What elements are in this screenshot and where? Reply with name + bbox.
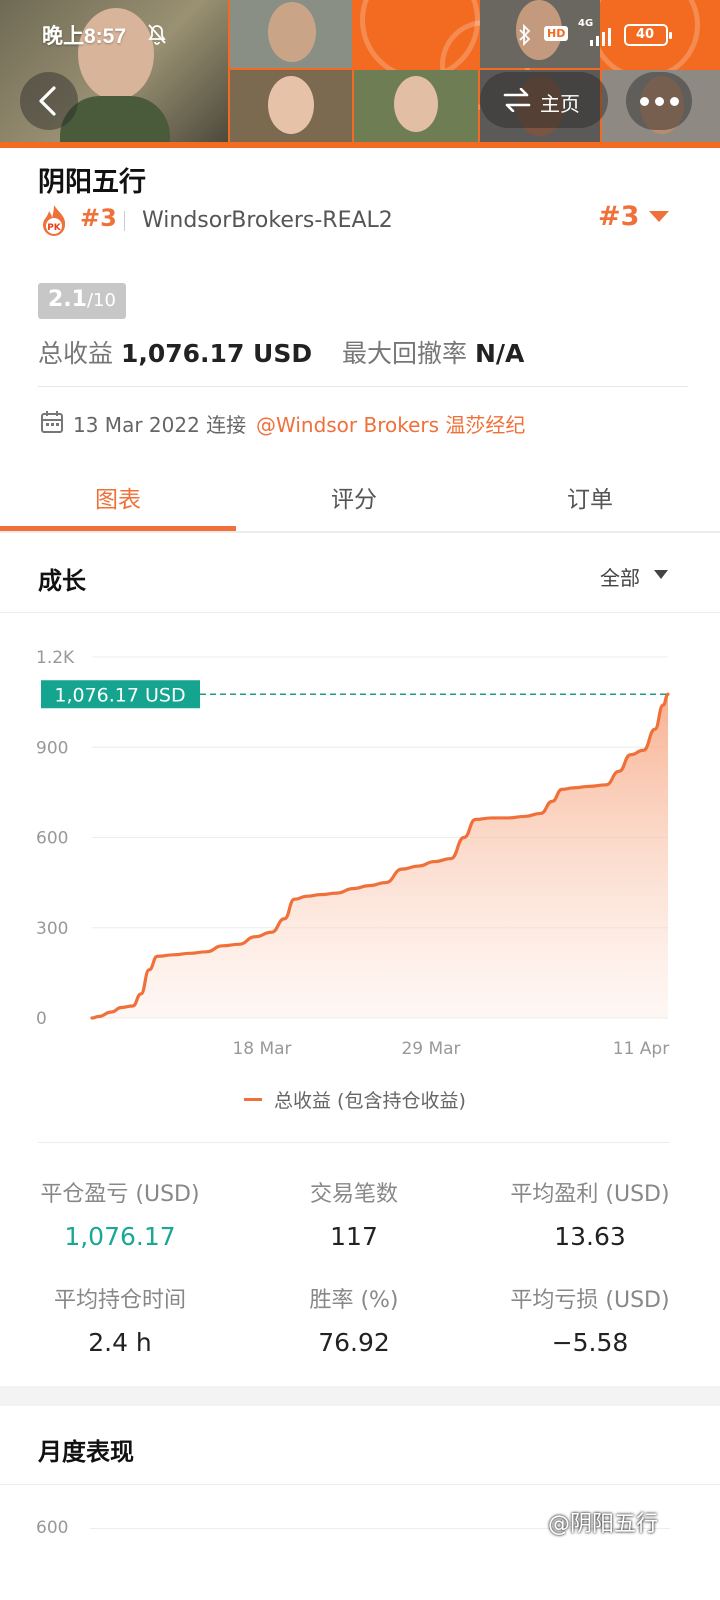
score-value: 2.1 [48,287,87,312]
stat-trade-count: 交易笔数 117 [234,1176,474,1251]
y-tick-label: 1.2K [36,648,75,668]
stat-label: 胜率 (%) [309,1288,399,1313]
stat-avg-hold-time: 平均持仓时间 2.4 h [0,1282,240,1357]
stat-label: 交易笔数 [309,1182,398,1207]
broker-link[interactable]: @Windsor Brokers 温莎经纪 [256,409,525,438]
tab-orders[interactable]: 订单 [472,480,708,514]
divider [38,1142,670,1143]
x-tick-label: 11 Apr [613,1039,669,1059]
calendar-icon [41,411,63,433]
svg-text:PK: PK [47,223,62,233]
more-icon-dot [655,97,664,106]
status-time: 晚上8:57 [42,25,127,48]
caret-down-icon[interactable] [649,211,669,222]
x-tick-label: 18 Mar [232,1039,291,1059]
total-profit-label: 总收益 [38,339,114,368]
y-tick-label: 0 [36,1009,47,1029]
growth-chart: 0 300 600 900 1.2K 18 Mar 29 Mar 11 Apr 1,076.17… [36,648,670,1059]
connect-date: 13 Mar 2022 连接 [73,413,247,437]
divider [0,612,720,613]
stat-closed-pnl: 平仓盈亏 (USD) 1,076.17 [0,1176,240,1251]
growth-title: 成长 [38,567,86,595]
tab-chart[interactable]: 图表 [0,480,236,514]
chevron-left-icon [39,86,56,116]
stat-value: 1,076.17 [64,1222,176,1251]
status-bar: 晚上8:57 HD 4G 40 [0,0,720,70]
stat-value: 13.63 [554,1222,626,1251]
pk-flame-icon: PK [43,205,66,236]
avatar-tile [354,70,478,142]
home-button[interactable]: 主页 [480,72,608,128]
y-tick-label: 900 [36,738,68,758]
monthly-title: 月度表现 [38,1438,134,1466]
avatar-tile [230,70,352,142]
period-filter[interactable]: 全部 [600,562,640,591]
score-badge: 2.1/10 [38,283,126,319]
y-tick-label: 600 [36,829,68,849]
stat-label: 平仓盈亏 (USD) [40,1182,200,1207]
y-tick-label: 300 [36,919,68,939]
account-name: 阴阳五行 [38,167,146,198]
section-gap [0,1386,720,1406]
stat-value: 76.92 [318,1328,390,1357]
stat-value: 117 [330,1222,378,1251]
divider [0,531,720,533]
broker-server: WindsorBrokers-REAL2 [142,208,393,233]
home-label: 主页 [540,92,580,116]
stat-avg-loss: 平均亏损 (USD) −5.58 [470,1282,710,1357]
divider [124,211,125,231]
x-tick-label: 29 Mar [401,1039,460,1059]
bell-off-icon [148,24,166,45]
more-icon [640,97,649,106]
tab-rating[interactable]: 评分 [236,480,472,514]
back-button[interactable] [20,72,78,130]
swap-icon [503,88,531,112]
profile-banner: 晚上8:57 HD 4G 40 主页 [0,0,720,148]
pk-rank: #3 [80,204,117,232]
battery-icon: 40 [624,24,672,46]
stat-value: 2.4 h [88,1328,152,1357]
stat-label: 平均盈利 (USD) [510,1182,670,1207]
stat-value: −5.58 [551,1328,629,1357]
stat-avg-profit: 平均盈利 (USD) 13.63 [470,1176,710,1251]
total-profit-value: 1,076.17 USD [120,339,313,368]
more-icon-dot [670,97,679,106]
series-area [92,694,668,1018]
bluetooth-icon [519,24,531,46]
watermark: @阴阳五行 [548,1512,659,1537]
signal-icon [590,28,611,46]
hd-badge: HD [544,26,569,41]
score-max: /10 [86,290,116,311]
caret-down-icon[interactable] [654,570,668,579]
rank-dropdown[interactable]: #3 [598,201,639,232]
stat-label: 平均持仓时间 [53,1288,186,1313]
summary-metrics: 总收益 1,076.17 USD 最大回撤率 N/A [38,334,524,370]
battery-level: 40 [636,27,655,42]
stat-win-rate: 胜率 (%) 76.92 [234,1282,474,1357]
divider [0,1484,720,1485]
legend-line-marker [244,1098,262,1101]
monthly-ytick: 600 [36,1518,69,1538]
max-drawdown-value: N/A [474,339,525,368]
divider [38,386,688,387]
more-button[interactable] [626,72,692,130]
chart-legend: 总收益 (包含持仓收益) [274,1090,466,1112]
current-value-label: 1,076.17 USD [54,684,185,706]
max-drawdown-label: 最大回撤率 [342,339,468,368]
stat-label: 平均亏损 (USD) [510,1288,670,1313]
